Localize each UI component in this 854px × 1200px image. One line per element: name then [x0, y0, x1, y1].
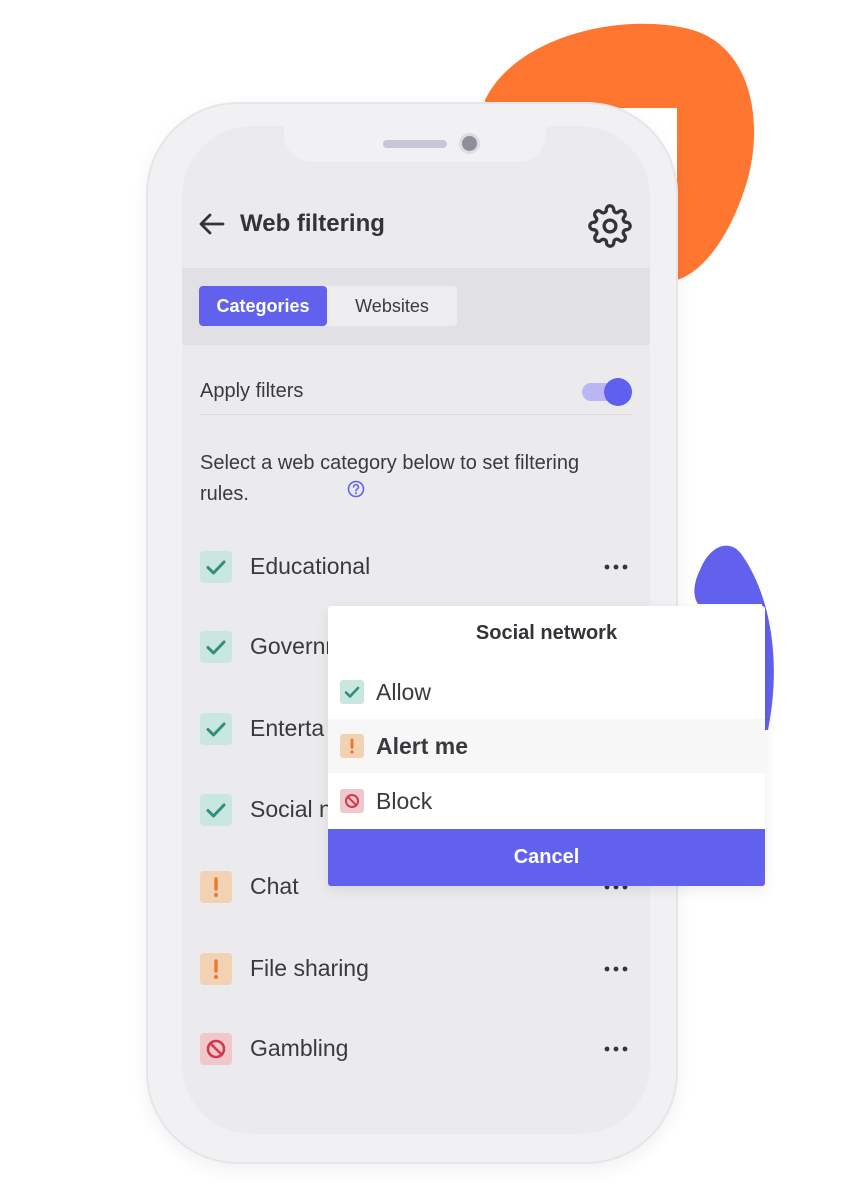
category-row-educational[interactable]: Educational — [200, 547, 632, 587]
tab-categories[interactable]: Categories — [199, 286, 327, 326]
page-title: Web filtering — [240, 210, 385, 237]
more-options-icon[interactable] — [600, 955, 632, 983]
category-label: Gambling — [250, 1035, 349, 1061]
block-icon — [206, 1039, 226, 1059]
rule-picker-popup: Social network Allow Alert me Block Canc… — [328, 606, 765, 886]
gear-icon[interactable] — [588, 204, 632, 248]
apply-filters-label: Apply filters — [200, 380, 304, 402]
apply-filters-toggle[interactable] — [582, 378, 632, 406]
exclamation-icon — [214, 959, 218, 979]
check-icon — [344, 686, 360, 698]
category-row-gambling[interactable]: Gambling — [200, 1029, 632, 1069]
more-options-icon[interactable] — [600, 1035, 632, 1063]
category-row-file-sharing[interactable]: File sharing — [200, 949, 632, 989]
status-badge — [200, 713, 232, 745]
status-badge — [200, 871, 232, 903]
option-label: Block — [376, 788, 433, 814]
status-badge — [200, 794, 232, 826]
category-label: Social n — [250, 796, 332, 822]
option-label: Allow — [376, 679, 431, 705]
check-icon — [206, 560, 226, 575]
more-options-icon[interactable] — [600, 553, 632, 581]
category-label: Educational — [250, 553, 371, 579]
status-badge — [340, 789, 364, 813]
status-badge — [340, 734, 364, 758]
option-label: Alert me — [376, 733, 469, 759]
divider — [200, 414, 632, 415]
tab-websites[interactable]: Websites — [327, 286, 457, 326]
option-allow[interactable]: Allow — [328, 665, 765, 719]
back-arrow-icon[interactable] — [196, 208, 228, 240]
status-badge — [200, 631, 232, 663]
category-label: File sharing — [250, 955, 369, 981]
toggle-knob — [604, 378, 632, 406]
popup-title: Social network — [475, 622, 618, 644]
exclamation-icon — [214, 877, 218, 897]
instructions-text: Select a web category below to set filte… — [200, 452, 580, 505]
option-alert-me[interactable]: Alert me — [328, 719, 765, 773]
category-label: Chat — [250, 873, 299, 899]
cancel-button[interactable]: Cancel — [328, 829, 765, 886]
help-icon[interactable] — [347, 480, 365, 498]
check-icon — [206, 803, 226, 818]
status-badge — [200, 1033, 232, 1065]
status-badge — [200, 953, 232, 985]
block-icon — [345, 794, 359, 808]
category-label: Enterta — [250, 715, 325, 741]
exclamation-icon — [350, 738, 354, 754]
status-badge — [200, 551, 232, 583]
option-block[interactable]: Block — [328, 774, 765, 828]
status-badge — [340, 680, 364, 704]
check-icon — [206, 640, 226, 655]
phone-camera — [462, 136, 477, 151]
check-icon — [206, 722, 226, 737]
phone-speaker — [383, 140, 447, 148]
